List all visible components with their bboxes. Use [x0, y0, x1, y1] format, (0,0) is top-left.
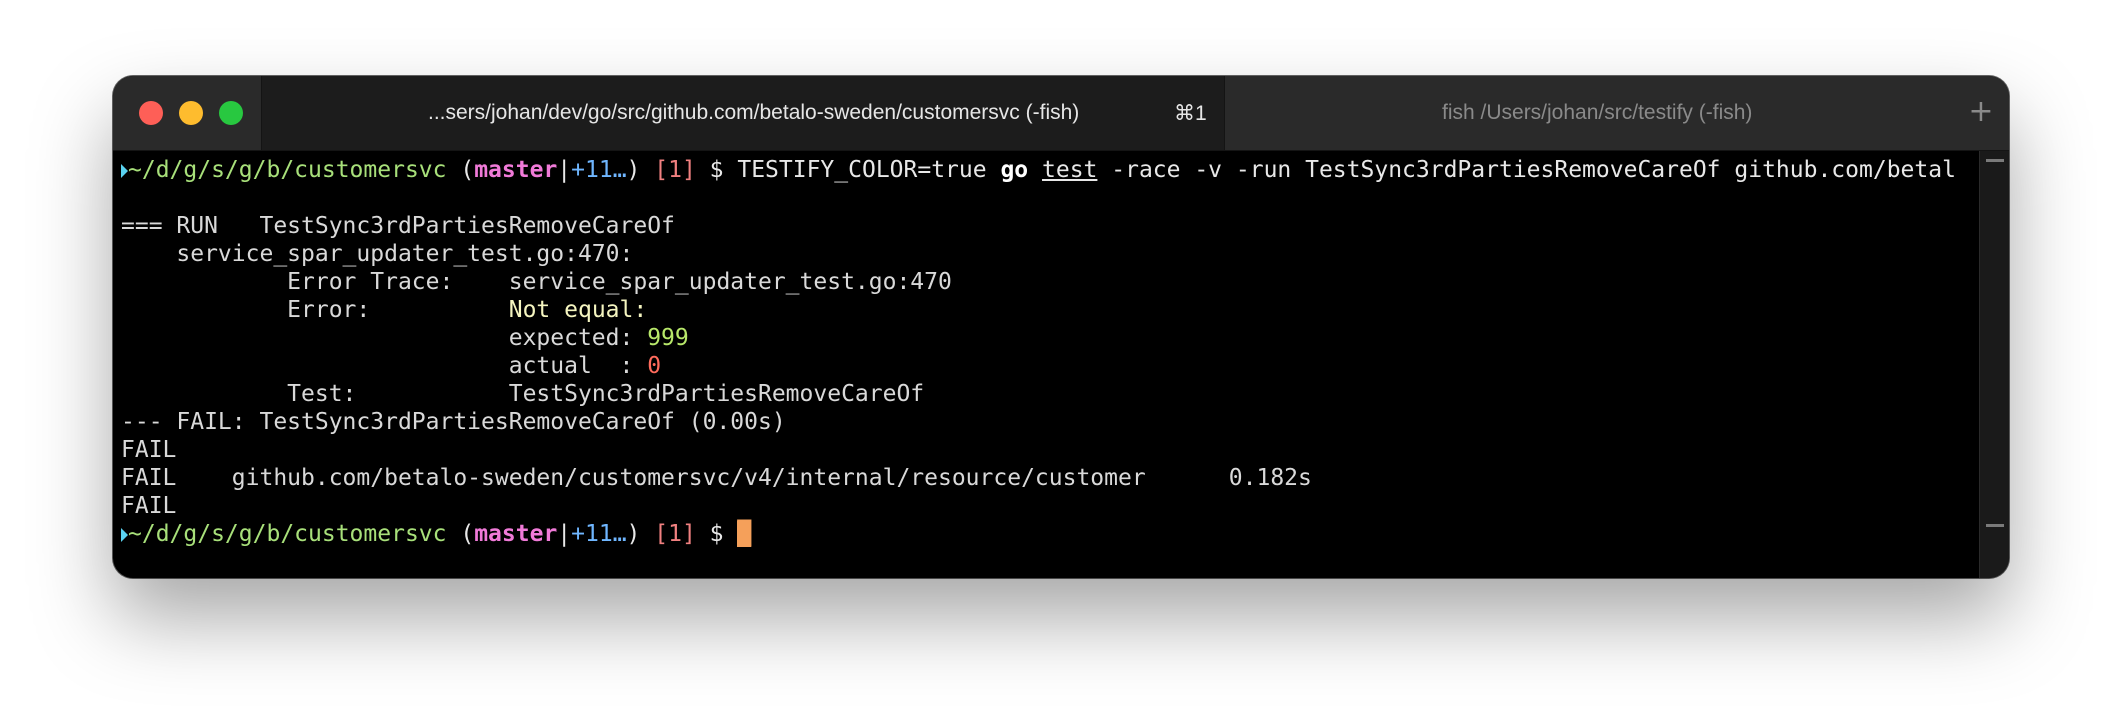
command-env: TESTIFY_COLOR=true	[737, 157, 1001, 183]
prompt-paren: )	[626, 157, 641, 183]
output-error-trace: Error Trace: service_spar_updater_test.g…	[121, 268, 952, 296]
prompt-paren: (	[446, 157, 475, 183]
prompt-marker-icon	[121, 527, 128, 542]
scrollbar[interactable]	[1979, 151, 2009, 578]
output-run: === RUN TestSync3rdPartiesRemoveCareOf	[121, 213, 675, 239]
cursor[interactable]: █	[737, 521, 752, 547]
git-branch: master	[474, 157, 558, 183]
exit-status: [1]	[640, 521, 696, 547]
git-dirty: +11…	[571, 157, 627, 183]
output-fail-summary: --- FAIL: TestSync3rdPartiesRemoveCareOf…	[121, 409, 786, 435]
value: TestSync3rdPartiesRemoveCareOf	[508, 381, 925, 407]
value: Not equal:	[508, 297, 648, 323]
prompt-paren: (	[446, 521, 475, 547]
minimize-window-button[interactable]	[179, 101, 203, 125]
scroll-mark-top	[1986, 159, 2004, 162]
output-fail: FAIL	[121, 493, 177, 519]
command-args: -race -v -run TestSync3rdPartiesRemoveCa…	[1097, 157, 1956, 183]
title-bar: ...sers/johan/dev/go/src/github.com/beta…	[113, 76, 2009, 151]
output-expected: expected: 999	[121, 324, 689, 352]
command-test: test	[1042, 157, 1098, 183]
prompt-sep: |	[557, 521, 572, 547]
value: service_spar_updater_test.go:470	[508, 269, 952, 295]
prompt-line: ~/d/g/s/g/b/customersvc (master|+11…) [1…	[121, 520, 752, 548]
output-fail: FAIL	[121, 437, 177, 463]
label: Test:	[121, 381, 509, 407]
close-window-button[interactable]	[139, 101, 163, 125]
output-actual: actual : 0	[121, 352, 661, 380]
label: Error:	[121, 297, 509, 323]
output-fail-package: FAIL github.com/betalo-sweden/customersv…	[121, 465, 1312, 491]
label: expected:	[121, 325, 648, 351]
output-location: service_spar_updater_test.go:470:	[121, 241, 634, 267]
prompt-dollar: $	[695, 521, 738, 547]
output-error: Error: Not equal:	[121, 296, 647, 324]
value: 999	[647, 325, 689, 351]
prompt-marker-icon	[121, 163, 128, 178]
tab-customersvc[interactable]: ...sers/johan/dev/go/src/github.com/beta…	[261, 76, 1225, 150]
prompt-sep: |	[557, 157, 572, 183]
tab-shortcut: ⌘1	[1174, 101, 1207, 125]
value: 0	[647, 353, 662, 379]
label: Error Trace:	[121, 269, 509, 295]
prompt-dollar: $	[695, 157, 738, 183]
label: actual :	[121, 353, 648, 379]
prompt-path: ~/d/g/s/g/b/customersvc	[128, 157, 447, 183]
prompt-line: ~/d/g/s/g/b/customersvc (master|+11…) [1…	[121, 156, 1956, 184]
tab-testify[interactable]: fish /Users/johan/src/testify (-fish) ⌘2	[1224, 76, 1956, 150]
command-go: go	[1000, 157, 1029, 183]
tab-title: fish /Users/johan/src/testify (-fish)	[1442, 101, 1753, 124]
new-tab-button[interactable]: +	[1965, 96, 1997, 128]
exit-status: [1]	[640, 157, 696, 183]
maximize-window-button[interactable]	[219, 101, 243, 125]
tab-title: ...sers/johan/dev/go/src/github.com/beta…	[428, 101, 1080, 124]
terminal-output[interactable]: ~/d/g/s/g/b/customersvc (master|+11…) [1…	[113, 151, 1979, 578]
scroll-mark-bottom	[1986, 524, 2004, 527]
terminal-window: ...sers/johan/dev/go/src/github.com/beta…	[113, 76, 2009, 578]
prompt-path: ~/d/g/s/g/b/customersvc	[128, 521, 447, 547]
output-test: Test: TestSync3rdPartiesRemoveCareOf	[121, 380, 924, 408]
git-dirty: +11…	[571, 521, 627, 547]
git-branch: master	[474, 521, 558, 547]
prompt-paren: )	[626, 521, 641, 547]
